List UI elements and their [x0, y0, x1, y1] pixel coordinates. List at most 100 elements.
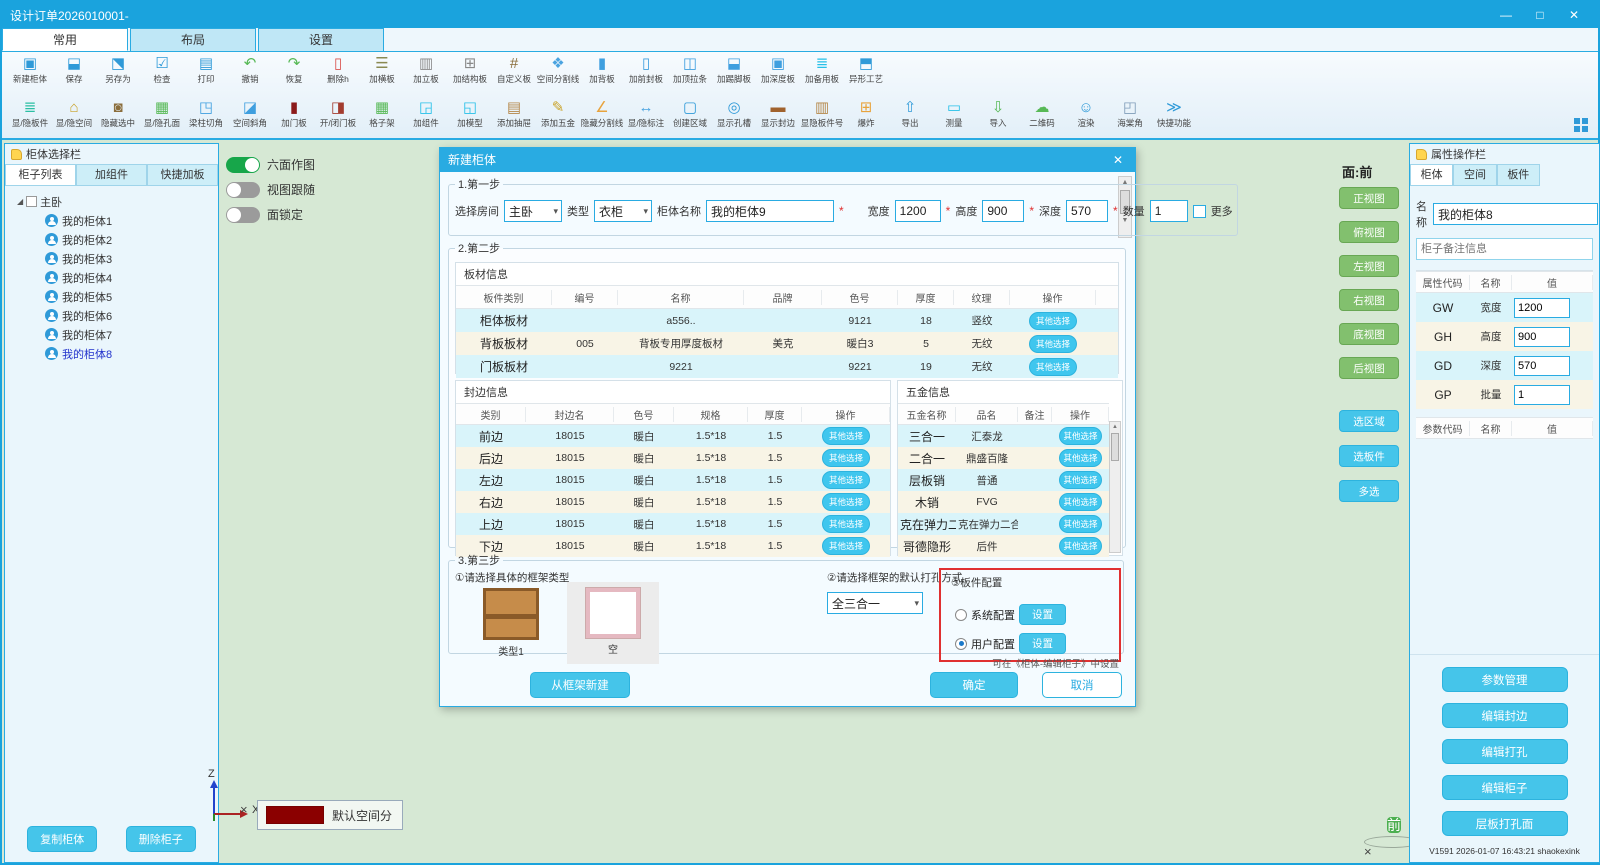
select-mode-button[interactable]: 选区域 [1339, 410, 1399, 432]
tree-item-cabinet[interactable]: 我的柜体5 [7, 287, 216, 306]
toolbar-button[interactable]: ⬓ 加踢脚板 [712, 52, 756, 84]
toolbar-button[interactable]: ☑ 检查 [140, 52, 184, 84]
attribute-value-input[interactable] [1514, 356, 1570, 376]
toolbar-button[interactable]: ◙ 隐藏选中 [96, 96, 140, 128]
frame-thumb-type1[interactable]: 类型1 [479, 588, 543, 658]
other-choice-button[interactable]: 其他选择 [822, 493, 870, 511]
ribbon-tab[interactable]: 常用 [2, 28, 128, 51]
create-from-frame-button[interactable]: 从框架新建 [530, 672, 630, 698]
toolbar-button[interactable]: ⊞ 加结构板 [448, 52, 492, 84]
select-mode-button[interactable]: 选板件 [1339, 445, 1399, 467]
width-input[interactable] [895, 200, 941, 222]
drill-mode-select[interactable]: 全三合一 [827, 592, 923, 614]
toolbar-button[interactable]: ⇩ 导入 [976, 96, 1020, 128]
toolbar-button[interactable]: ∠ 隐藏分割线 [580, 96, 624, 128]
toolbar-button[interactable]: ◎ 显示孔槽 [712, 96, 756, 128]
dialog-close-icon[interactable]: ✕ [1109, 148, 1127, 172]
toolbar-button[interactable]: ▦ 格子架 [360, 96, 404, 128]
right-panel-tab[interactable]: 空间 [1453, 164, 1496, 185]
scroll-thumb[interactable] [1111, 433, 1119, 461]
toolbar-button[interactable]: ▭ 测量 [932, 96, 976, 128]
toolbar-button[interactable]: ≫ 快捷功能 [1152, 96, 1196, 128]
toolbar-button[interactable]: ◰ 海棠角 [1108, 96, 1152, 128]
toolbar-button[interactable]: ◨ 开/闭门板 [316, 96, 360, 128]
toolbar-button[interactable]: ◫ 加顶拉条 [668, 52, 712, 84]
tree-item-cabinet[interactable]: 我的柜体4 [7, 268, 216, 287]
toolbar-button[interactable]: ▤ 打印 [184, 52, 228, 84]
toolbar-button[interactable]: ☺ 渲染 [1064, 96, 1108, 128]
other-choice-button[interactable]: 其他选择 [822, 515, 870, 533]
other-choice-button[interactable]: 其他选择 [1029, 335, 1077, 353]
view-button[interactable]: 底视图 [1339, 323, 1399, 345]
tree-item-cabinet[interactable]: 我的柜体3 [7, 249, 216, 268]
toggle-switch[interactable] [226, 182, 260, 198]
toolbar-button[interactable]: ◱ 加模型 [448, 96, 492, 128]
toolbar-button[interactable]: ▮ 加门板 [272, 96, 316, 128]
more-checkbox[interactable] [1193, 205, 1206, 218]
other-choice-button[interactable]: 其他选择 [1029, 312, 1077, 330]
other-choice-button[interactable]: 其他选择 [1059, 493, 1101, 511]
cabinet-name-field[interactable] [1433, 203, 1598, 225]
type-select[interactable]: 衣柜 [594, 200, 652, 222]
right-panel-tab[interactable]: 柜体 [1410, 164, 1453, 185]
attribute-value-input[interactable] [1514, 327, 1570, 347]
ribbon-tab[interactable]: 设置 [258, 28, 384, 51]
other-choice-button[interactable]: 其他选择 [1029, 358, 1077, 376]
toolbar-button[interactable]: ▢ 创建区域 [668, 96, 712, 128]
edit-action-button[interactable]: 编辑柜子 [1442, 775, 1568, 800]
toolbar-button[interactable]: ▮ 加背板 [580, 52, 624, 84]
toolbar-button[interactable]: ◪ 空间斜角 [228, 96, 272, 128]
cancel-button[interactable]: 取消 [1042, 672, 1122, 698]
view-button[interactable]: 左视图 [1339, 255, 1399, 277]
select-mode-button[interactable]: 多选 [1339, 480, 1399, 502]
edit-action-button[interactable]: 编辑打孔 [1442, 739, 1568, 764]
cabinet-action-button[interactable]: 复制柜体 [27, 826, 97, 852]
minimize-icon[interactable]: — [1498, 8, 1514, 22]
toolbar-button[interactable]: ⌂ 显/隐空间 [52, 96, 96, 128]
toolbar-button[interactable]: ✎ 添加五金 [536, 96, 580, 128]
toolbar-button[interactable]: ↔ 显/隐标注 [624, 96, 668, 128]
radio-button[interactable] [955, 638, 967, 650]
toolbar-button[interactable]: ☁ 二维码 [1020, 96, 1064, 128]
cabinet-action-button[interactable]: 删除柜子 [126, 826, 196, 852]
quantity-input[interactable] [1150, 200, 1188, 222]
hardware-scrollbar[interactable]: ▲ [1109, 421, 1121, 553]
maximize-icon[interactable]: □ [1532, 8, 1548, 22]
toolbar-button[interactable]: ▣ 加深度板 [756, 52, 800, 84]
toolbar-button[interactable]: # 自定义板 [492, 52, 536, 84]
attribute-value-input[interactable] [1514, 385, 1570, 405]
tree-item-cabinet[interactable]: 我的柜体1 [7, 211, 216, 230]
toolbar-button[interactable]: ▣ 新建柜体 [8, 52, 52, 84]
tree-item-cabinet[interactable]: 我的柜体2 [7, 230, 216, 249]
toolbar-button[interactable]: ⬓ 保存 [52, 52, 96, 84]
toolbar-button[interactable]: ▥ 加立板 [404, 52, 448, 84]
edit-action-button[interactable]: 编辑封边 [1442, 703, 1568, 728]
toolbar-button[interactable]: ☰ 加横板 [360, 52, 404, 84]
cabinet-name-input[interactable] [706, 200, 834, 222]
other-choice-button[interactable]: 其他选择 [822, 471, 870, 489]
toolbar-button[interactable]: ▯ 删除h [316, 52, 360, 84]
room-select[interactable]: 主卧 [504, 200, 562, 222]
other-choice-button[interactable]: 其他选择 [1059, 515, 1101, 533]
scroll-up-icon[interactable]: ▲ [1110, 422, 1120, 432]
left-panel-tab[interactable]: 快捷加板 [147, 164, 218, 185]
view-button[interactable]: 后视图 [1339, 357, 1399, 379]
left-panel-tab[interactable]: 加组件 [76, 164, 147, 185]
toolbar-button[interactable]: ≣ 显/隐板件 [8, 96, 52, 128]
toolbar-button[interactable]: ↷ 恢复 [272, 52, 316, 84]
toolbar-button[interactable]: ▬ 显示封边 [756, 96, 800, 128]
close-icon[interactable]: ✕ [1566, 8, 1582, 22]
view-button[interactable]: 俯视图 [1339, 221, 1399, 243]
radio-button[interactable] [955, 609, 967, 621]
other-choice-button[interactable]: 其他选择 [822, 427, 870, 445]
toggle-switch[interactable] [226, 157, 260, 173]
view-button[interactable]: 右视图 [1339, 289, 1399, 311]
tree-item-cabinet[interactable]: 我的柜体8 [7, 344, 216, 363]
toolbar-button[interactable]: ◳ 梁柱切角 [184, 96, 228, 128]
tree-item-cabinet[interactable]: 我的柜体7 [7, 325, 216, 344]
edit-action-button[interactable]: 层板打孔面 [1442, 811, 1568, 836]
toolbar-button[interactable]: ⇧ 导出 [888, 96, 932, 128]
toolbar-button[interactable]: ⊞ 爆炸 [844, 96, 888, 128]
toolbar-button[interactable]: ↶ 撤销 [228, 52, 272, 84]
other-choice-button[interactable]: 其他选择 [822, 449, 870, 467]
